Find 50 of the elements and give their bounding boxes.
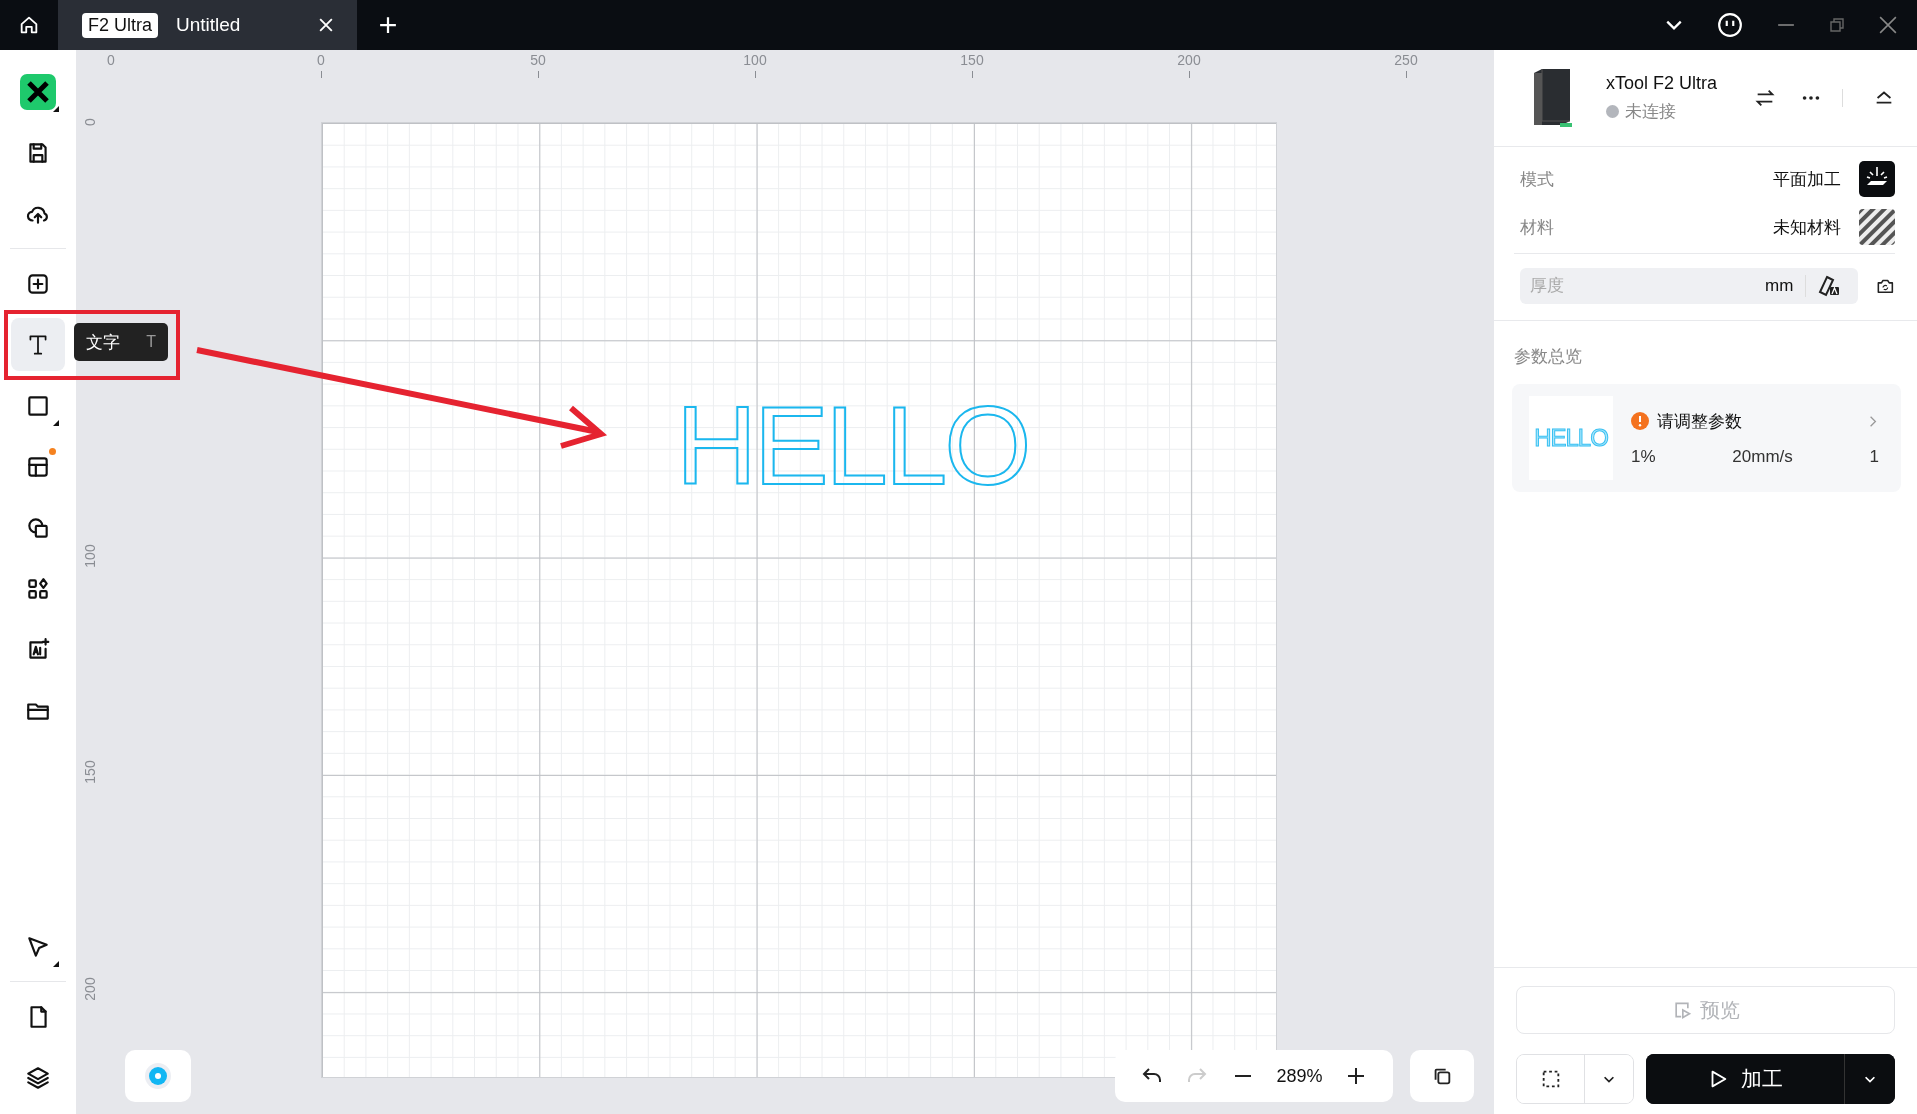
- power-value: 1%: [1631, 446, 1656, 467]
- ruler-label: 0: [82, 117, 98, 128]
- duplicate-button[interactable]: [1410, 1050, 1474, 1102]
- close-tab-icon[interactable]: [319, 18, 333, 32]
- x-logo-icon: [20, 73, 56, 110]
- warning-icon: [1631, 412, 1649, 430]
- home-icon: [18, 14, 40, 36]
- chevron-right-icon[interactable]: [1869, 414, 1877, 428]
- process-button[interactable]: 加工: [1646, 1054, 1845, 1104]
- unit-label: mm: [1765, 276, 1794, 296]
- ruler-label: 50: [530, 52, 546, 68]
- parameter-card[interactable]: HELLO 请调整参数 1% 20mm/s 1: [1512, 384, 1901, 492]
- setting-label: 模式: [1520, 168, 1555, 191]
- apps-grid-icon: [25, 575, 51, 602]
- layer-thumbnail: HELLO: [1529, 396, 1613, 480]
- smiley-face-icon[interactable]: [1717, 12, 1743, 38]
- tooltip-label: 文字: [86, 331, 120, 354]
- material-swatch-icon[interactable]: [1859, 209, 1895, 245]
- ruler-label: 200: [82, 976, 98, 1003]
- setting-value[interactable]: 平面加工: [1773, 167, 1841, 191]
- swap-icon[interactable]: [1754, 87, 1776, 109]
- ruler-label: 100: [82, 543, 98, 570]
- device-badge: F2 Ultra: [82, 12, 158, 38]
- ruler-label: 200: [1177, 52, 1201, 68]
- layers-icon: [25, 1064, 51, 1091]
- ruler-label: 0: [317, 52, 325, 68]
- ruler-label: 0: [107, 52, 115, 68]
- thickness-field[interactable]: 厚度 mm: [1520, 268, 1859, 304]
- pass-count: 1: [1869, 446, 1879, 467]
- text-tool-button[interactable]: [11, 318, 65, 371]
- thickness-input[interactable]: 厚度: [1520, 275, 1753, 297]
- new-tab-icon[interactable]: [379, 16, 397, 34]
- speed-value: 20mm/s: [1732, 446, 1793, 467]
- device-name: xTool F2 Ultra: [1606, 73, 1719, 94]
- connection-status: 未连接: [1625, 101, 1676, 123]
- warning-text: 请调整参数: [1657, 410, 1743, 433]
- setting-value[interactable]: 未知材料: [1773, 215, 1841, 239]
- restore-icon[interactable]: [1829, 17, 1845, 33]
- close-icon[interactable]: [1879, 16, 1897, 34]
- target-dot-icon: [143, 1061, 173, 1091]
- ruler-label: 150: [960, 52, 984, 68]
- ruler-label: 150: [82, 759, 98, 786]
- ruler-label: 250: [1394, 52, 1418, 68]
- setting-label: 材料: [1520, 216, 1555, 239]
- tab-title: Untitled: [176, 14, 242, 36]
- laser-mode-icon[interactable]: [1859, 161, 1895, 197]
- shortcut-key: T: [146, 333, 156, 351]
- ruler-label: 100: [743, 52, 767, 68]
- zoom-level: 289%: [1276, 1065, 1323, 1087]
- document-tab[interactable]: F2 Ultra Untitled: [58, 0, 357, 50]
